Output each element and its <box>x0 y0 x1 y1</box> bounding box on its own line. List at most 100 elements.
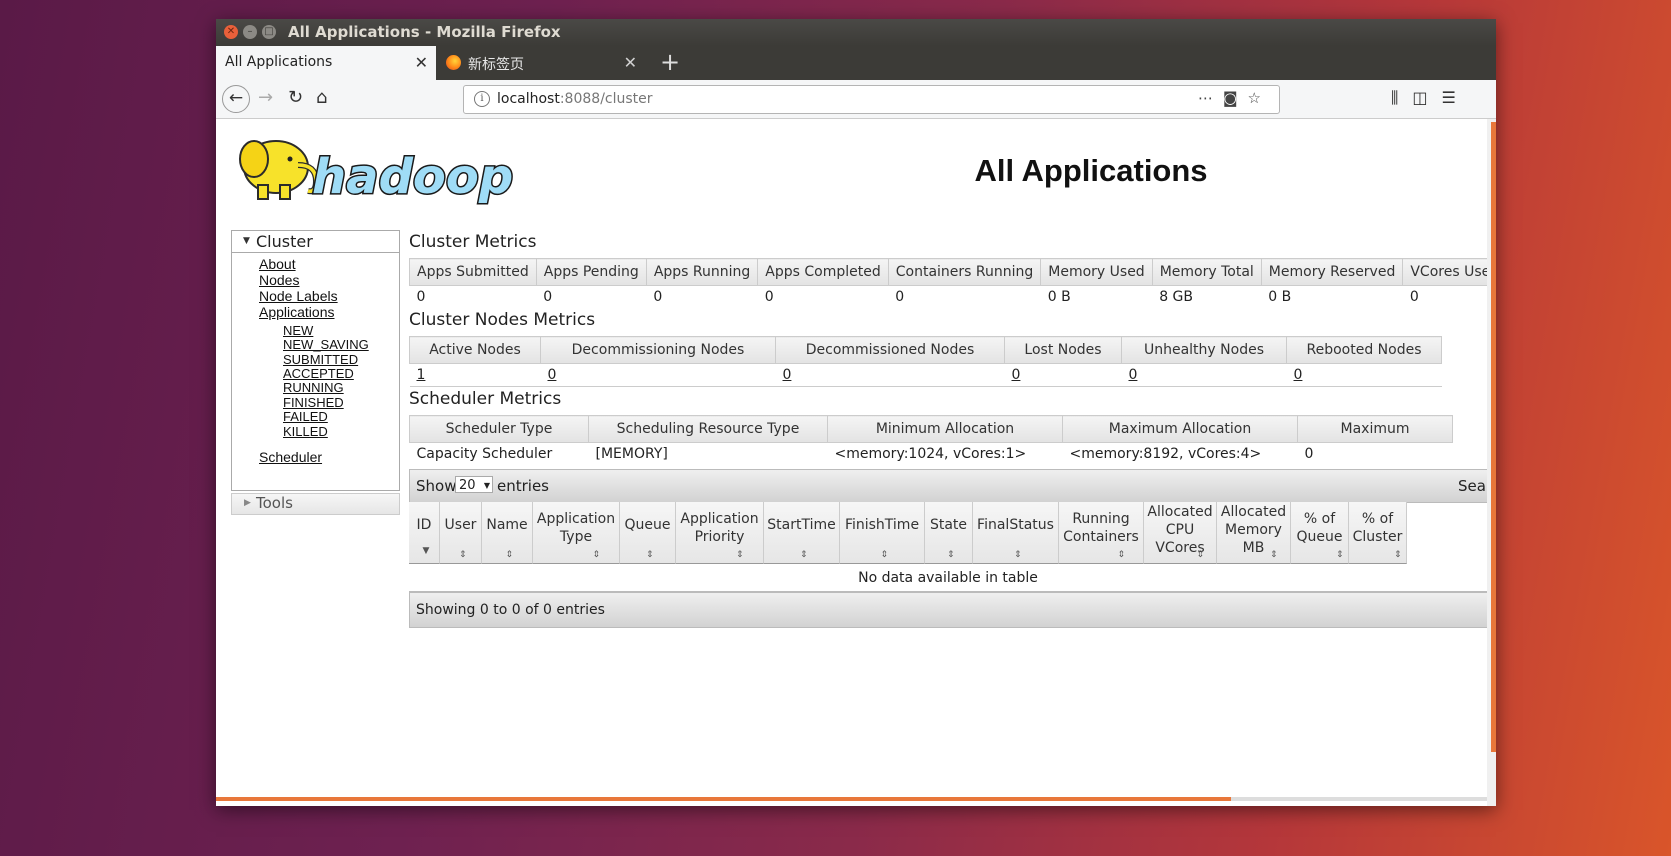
column-header-label: ID <box>416 517 432 533</box>
sidebar-state-killed[interactable]: KILLED <box>283 424 328 439</box>
cluster-metrics-header-4: Containers Running <box>887 258 1042 286</box>
cluster-metrics-title: Cluster Metrics <box>409 232 537 252</box>
sort-both-icon: ⇕ <box>1117 550 1126 560</box>
back-arrow-icon[interactable]: ← <box>222 85 250 113</box>
sidebar-link-about[interactable]: About <box>259 256 296 272</box>
cluster-metrics-header-8: VCores Used <box>1402 258 1487 286</box>
cluster-metrics-header-6: Memory Total <box>1151 258 1262 286</box>
column-header-application-type[interactable]: Application Type ⇕ <box>533 502 620 564</box>
nodes-metrics-table: Active Nodes Decommissioning Nodes Decommi… <box>409 336 1442 387</box>
column-header-queue[interactable]: Queue ⇕ <box>620 502 676 564</box>
column-header-label: % of Cluster <box>1352 511 1403 545</box>
tab-all-applications[interactable]: All Applications ✕ <box>216 46 436 80</box>
column-header-id[interactable]: ID ▼ <box>409 502 440 564</box>
sort-both-icon: ⇕ <box>459 550 467 560</box>
scheduler-metrics-value-3: <memory:8192, vCores:4> <box>1062 442 1298 465</box>
sort-both-icon: ⇕ <box>947 550 955 560</box>
column-header-allocated-cpu-vcores[interactable]: Allocated CPU VCores ⇕ <box>1144 502 1217 564</box>
collapsed-triangle-icon: ▶ <box>244 498 251 508</box>
column-header-label: Queue <box>624 517 671 533</box>
reload-icon[interactable]: ↻ <box>288 87 303 108</box>
nodes-metrics-title: Cluster Nodes Metrics <box>409 310 596 330</box>
scheduler-metrics-header-2: Minimum Allocation <box>827 415 1063 443</box>
cluster-metrics-value-1: 0 <box>536 285 647 308</box>
page-actions-icon[interactable]: ⋯ <box>1198 89 1223 107</box>
window-title: All Applications - Mozilla Firefox <box>288 23 561 41</box>
column-header-user[interactable]: User ⇕ <box>440 502 482 564</box>
window-maximize-icon[interactable]: □ <box>262 25 276 39</box>
column-header-label: Running Containers <box>1063 511 1139 545</box>
sidebar-link-nodes[interactable]: Nodes <box>259 272 299 288</box>
sidebar-state-accepted[interactable]: ACCEPTED <box>283 366 354 381</box>
new-tab-plus-icon[interactable]: + <box>660 48 680 76</box>
column-header-application-priority[interactable]: Application Priority ⇕ <box>676 502 764 564</box>
nodes-metrics-value-3[interactable]: 0 <box>1004 363 1122 387</box>
menu-hamburger-icon[interactable]: ☰ <box>1442 88 1470 107</box>
cluster-metrics-value-5: 0 B <box>1040 285 1153 308</box>
vertical-scroll-thumb[interactable] <box>1491 122 1496 752</box>
sidebar-state-new[interactable]: NEW <box>283 323 313 338</box>
nodes-metrics-header-3: Lost Nodes <box>1004 336 1122 364</box>
cluster-metrics-wrap: Apps Submitted Apps Pending Apps Running Ap… <box>409 258 1487 308</box>
cluster-metrics-value-3: 0 <box>757 285 889 308</box>
nodes-metrics-value-5[interactable]: 0 <box>1286 363 1442 387</box>
firefox-icon <box>446 55 461 70</box>
info-icon[interactable]: i <box>474 91 490 107</box>
sidebar-state-submitted[interactable]: SUBMITTED <box>283 352 358 367</box>
library-icon[interactable]: ⫼ <box>1391 88 1412 107</box>
window-close-icon[interactable]: ✕ <box>224 25 238 39</box>
sort-both-icon: ⇕ <box>1394 550 1402 560</box>
sidebar-state-finished[interactable]: FINISHED <box>283 395 344 410</box>
scheduler-metrics-title: Scheduler Metrics <box>409 389 562 409</box>
search-label: Search: <box>1458 477 1487 495</box>
url-text[interactable]: localhost:8088/cluster <box>497 91 653 107</box>
page-content: hadoop All Applications ▼ Cluster About … <box>216 119 1487 806</box>
sidebar-state-failed[interactable]: FAILED <box>283 409 328 424</box>
tab-close-icon[interactable]: ✕ <box>415 53 428 72</box>
tab-new-tab[interactable]: 新标签页 ✕ <box>436 46 646 80</box>
nodes-metrics-value-2[interactable]: 0 <box>775 363 1005 387</box>
tab-label: 新标签页 <box>468 57 524 73</box>
bookmark-star-icon[interactable]: ☆ <box>1248 89 1271 107</box>
column-header--of-cluster[interactable]: % of Cluster ⇕ <box>1349 502 1407 564</box>
cluster-metrics-header-0: Apps Submitted <box>409 258 537 286</box>
sidebar-toggle-icon[interactable]: ◫ <box>1412 88 1441 107</box>
nodes-metrics-value-4[interactable]: 0 <box>1121 363 1287 387</box>
column-header--of-queue[interactable]: % of Queue ⇕ <box>1291 502 1349 564</box>
tab-close-icon[interactable]: ✕ <box>624 53 637 72</box>
home-icon[interactable]: ⌂ <box>316 87 327 108</box>
column-header-finalstatus[interactable]: FinalStatus ⇕ <box>973 502 1059 564</box>
sidebar-tools-header[interactable]: ▶ Tools <box>231 493 400 515</box>
column-header-state[interactable]: State ⇕ <box>925 502 973 564</box>
page-size-select[interactable]: 20 ▼ <box>455 476 493 493</box>
sort-both-icon: ⇕ <box>800 550 808 560</box>
horizontal-scroll-thumb[interactable] <box>216 797 1231 801</box>
window-minimize-icon[interactable]: – <box>243 25 257 39</box>
sidebar-state-new-saving[interactable]: NEW_SAVING <box>283 337 369 352</box>
tab-bar: All Applications ✕ 新标签页 ✕ + <box>216 46 1496 80</box>
column-header-running-containers[interactable]: Running Containers ⇕ <box>1059 502 1144 564</box>
pocket-icon[interactable]: ◙ <box>1223 89 1248 107</box>
sidebar-state-running[interactable]: RUNNING <box>283 380 344 395</box>
column-header-label: Application Type <box>536 511 616 545</box>
sidebar-link-applications[interactable]: Applications <box>259 304 335 320</box>
nodes-metrics-value-1[interactable]: 0 <box>540 363 776 387</box>
title-bar: ✕ – □ All Applications - Mozilla Firefox <box>216 19 1496 46</box>
scheduler-metrics-wrap: Scheduler Type Scheduling Resource Type Mi… <box>409 415 1487 465</box>
sidebar-link-scheduler[interactable]: Scheduler <box>259 449 322 465</box>
column-header-name[interactable]: Name ⇕ <box>482 502 533 564</box>
url-bar[interactable]: i localhost:8088/cluster ⋯◙☆ <box>463 85 1280 114</box>
cluster-metrics-value-7: 0 B <box>1261 285 1403 308</box>
column-header-label: User <box>444 517 477 533</box>
column-header-allocated-memory-mb[interactable]: Allocated Memory MB ⇕ <box>1217 502 1291 564</box>
scheduler-metrics-header-4: Maximum <box>1297 415 1453 443</box>
column-header-finishtime[interactable]: FinishTime ⇕ <box>840 502 925 564</box>
sidebar-cluster-header[interactable]: ▼ Cluster <box>232 231 399 253</box>
column-header-starttime[interactable]: StartTime ⇕ <box>764 502 840 564</box>
sort-desc-icon: ▼ <box>422 546 430 556</box>
forward-arrow-icon[interactable]: → <box>258 87 273 108</box>
nodes-metrics-value-0[interactable]: 1 <box>409 363 541 387</box>
sidebar-link-node-labels[interactable]: Node Labels <box>259 288 338 304</box>
sort-both-icon: ⇕ <box>646 550 654 560</box>
browser-window: ✕ – □ All Applications - Mozilla Firefox… <box>216 19 1496 806</box>
